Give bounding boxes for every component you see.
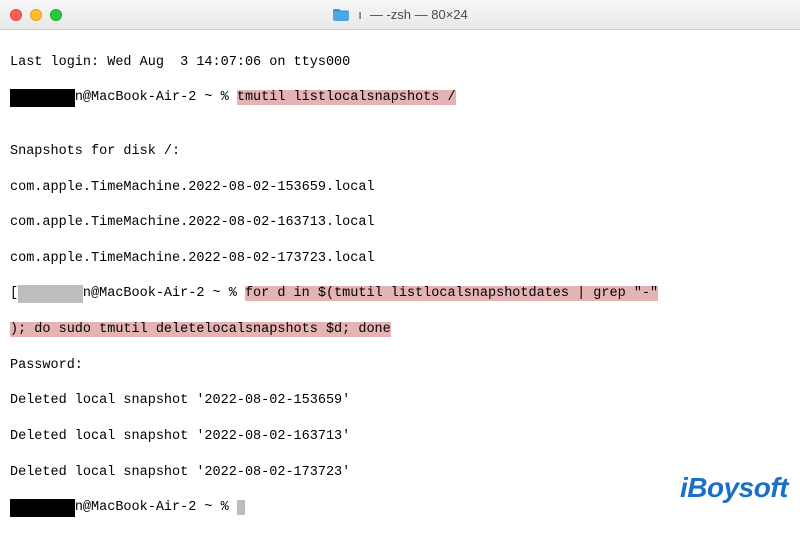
password-prompt: Password: (10, 357, 790, 375)
folder-icon (332, 8, 350, 22)
snapshot-row: com.apple.TimeMachine.2022-08-02-173723.… (10, 250, 790, 268)
redacted-user (10, 89, 75, 107)
cursor-block (237, 500, 245, 515)
minimize-icon[interactable] (30, 9, 42, 21)
snapshot-row: com.apple.TimeMachine.2022-08-02-153659.… (10, 179, 790, 197)
title-prefix: ı (358, 7, 362, 22)
window-title-text: — -zsh — 80×24 (370, 7, 468, 22)
brand-watermark: iBoysoft (680, 472, 788, 504)
prompt-host: n@MacBook-Air-2 ~ % (83, 286, 245, 301)
command-1: tmutil listlocalsnapshots / (237, 90, 456, 105)
snapshots-header: Snapshots for disk /: (10, 143, 790, 161)
window-title: ı — -zsh — 80×24 (0, 7, 800, 22)
snapshot-row: com.apple.TimeMachine.2022-08-02-163713.… (10, 214, 790, 232)
prompt-host: n@MacBook-Air-2 ~ % (75, 90, 237, 105)
deleted-row: Deleted local snapshot '2022-08-02-17372… (10, 464, 790, 482)
terminal-output[interactable]: Last login: Wed Aug 3 14:07:06 on ttys00… (0, 30, 800, 535)
command-2-continuation: ); do sudo tmutil deletelocalsnapshots $… (10, 321, 790, 339)
command-2-part2: ); do sudo tmutil deletelocalsnapshots $… (10, 322, 391, 337)
last-login-line: Last login: Wed Aug 3 14:07:06 on ttys00… (10, 54, 790, 72)
close-icon[interactable] (10, 9, 22, 21)
deleted-row: Deleted local snapshot '2022-08-02-16371… (10, 428, 790, 446)
prompt-line-2: [ n@MacBook-Air-2 ~ % for d in $(tmutil … (10, 285, 790, 303)
redacted-user (10, 499, 75, 517)
command-2-part1: for d in $(tmutil listlocalsnapshotdates… (245, 286, 658, 301)
bracket: [ (10, 286, 18, 301)
deleted-row: Deleted local snapshot '2022-08-02-15365… (10, 392, 790, 410)
redacted-user-gray (18, 285, 83, 303)
window-titlebar: ı — -zsh — 80×24 (0, 0, 800, 30)
traffic-lights (10, 9, 62, 21)
zoom-icon[interactable] (50, 9, 62, 21)
prompt-line-3: n@MacBook-Air-2 ~ % (10, 499, 790, 517)
prompt-host: n@MacBook-Air-2 ~ % (75, 500, 237, 515)
prompt-line-1: n@MacBook-Air-2 ~ % tmutil listlocalsnap… (10, 89, 790, 107)
